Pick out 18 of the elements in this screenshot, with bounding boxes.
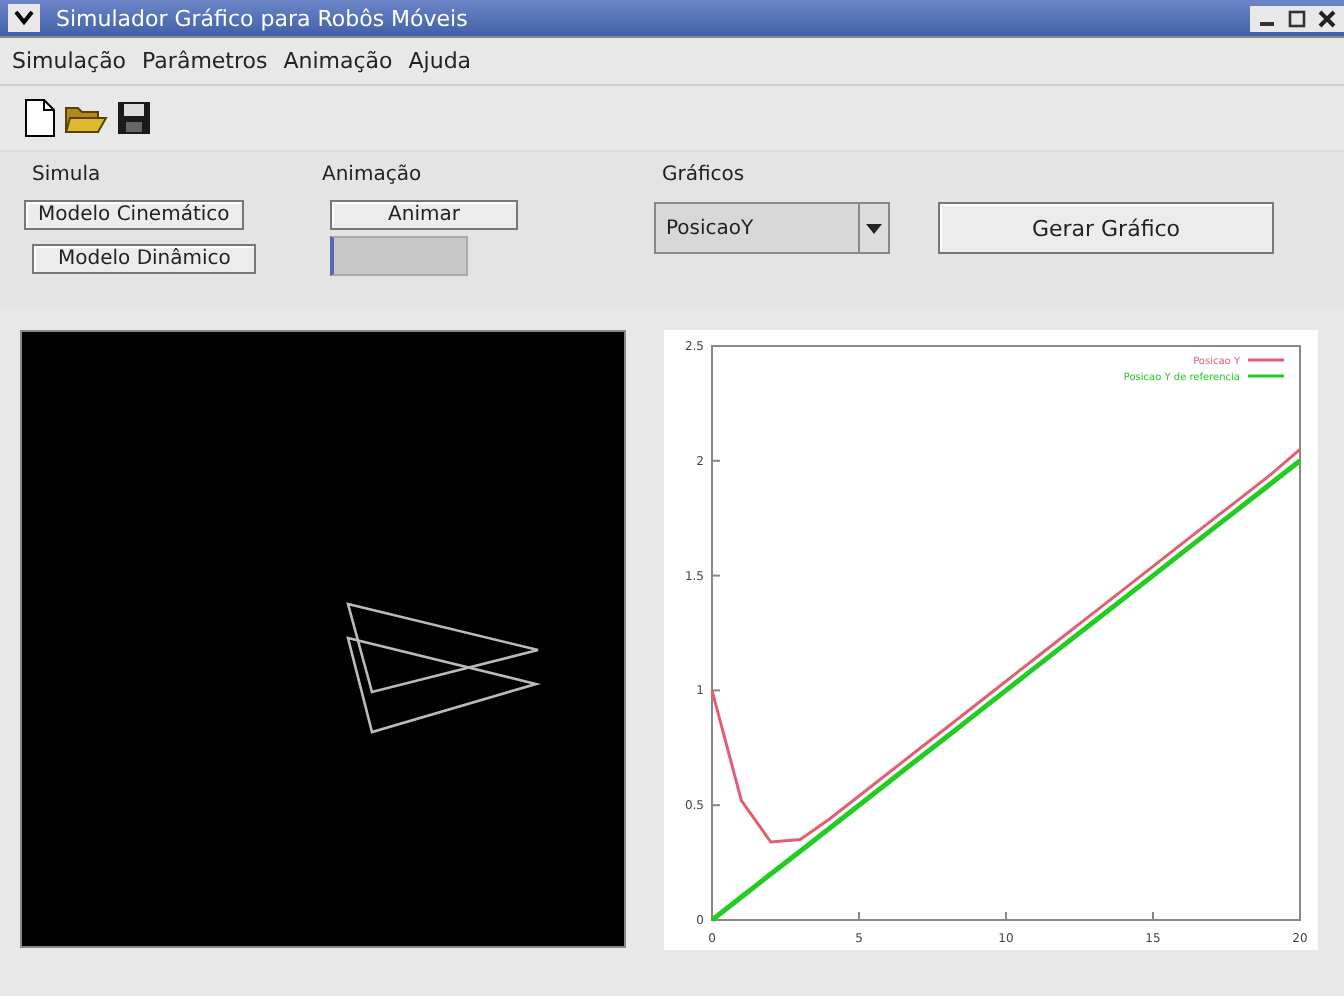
group-label: Simula <box>32 164 101 186</box>
chart-type-dropdown[interactable]: PosicaoY <box>654 202 890 254</box>
animate-button[interactable]: Animar <box>330 200 518 230</box>
menu-item[interactable]: Parâmetros <box>142 48 268 74</box>
new-file-icon[interactable] <box>24 98 56 138</box>
menu-item[interactable]: Animação <box>283 48 393 74</box>
menu-item[interactable]: Ajuda <box>408 48 472 74</box>
menu-item[interactable]: Simulação <box>12 48 127 74</box>
group-label: Gráficos <box>662 164 745 186</box>
close-icon[interactable] <box>1318 9 1336 27</box>
maximize-icon[interactable] <box>1288 9 1306 27</box>
model-button[interactable]: Modelo Cinemático <box>24 200 244 230</box>
chevron-icon[interactable] <box>8 4 40 32</box>
dropdown-arrow-icon <box>866 223 882 233</box>
model-button[interactable]: Modelo Dinâmico <box>32 244 257 274</box>
generate-chart-button[interactable]: Gerar Gráfico <box>938 202 1274 254</box>
group-label: Animação <box>322 164 422 186</box>
window-title: Simulador Gráfico para Robôs Móveis <box>56 5 470 31</box>
